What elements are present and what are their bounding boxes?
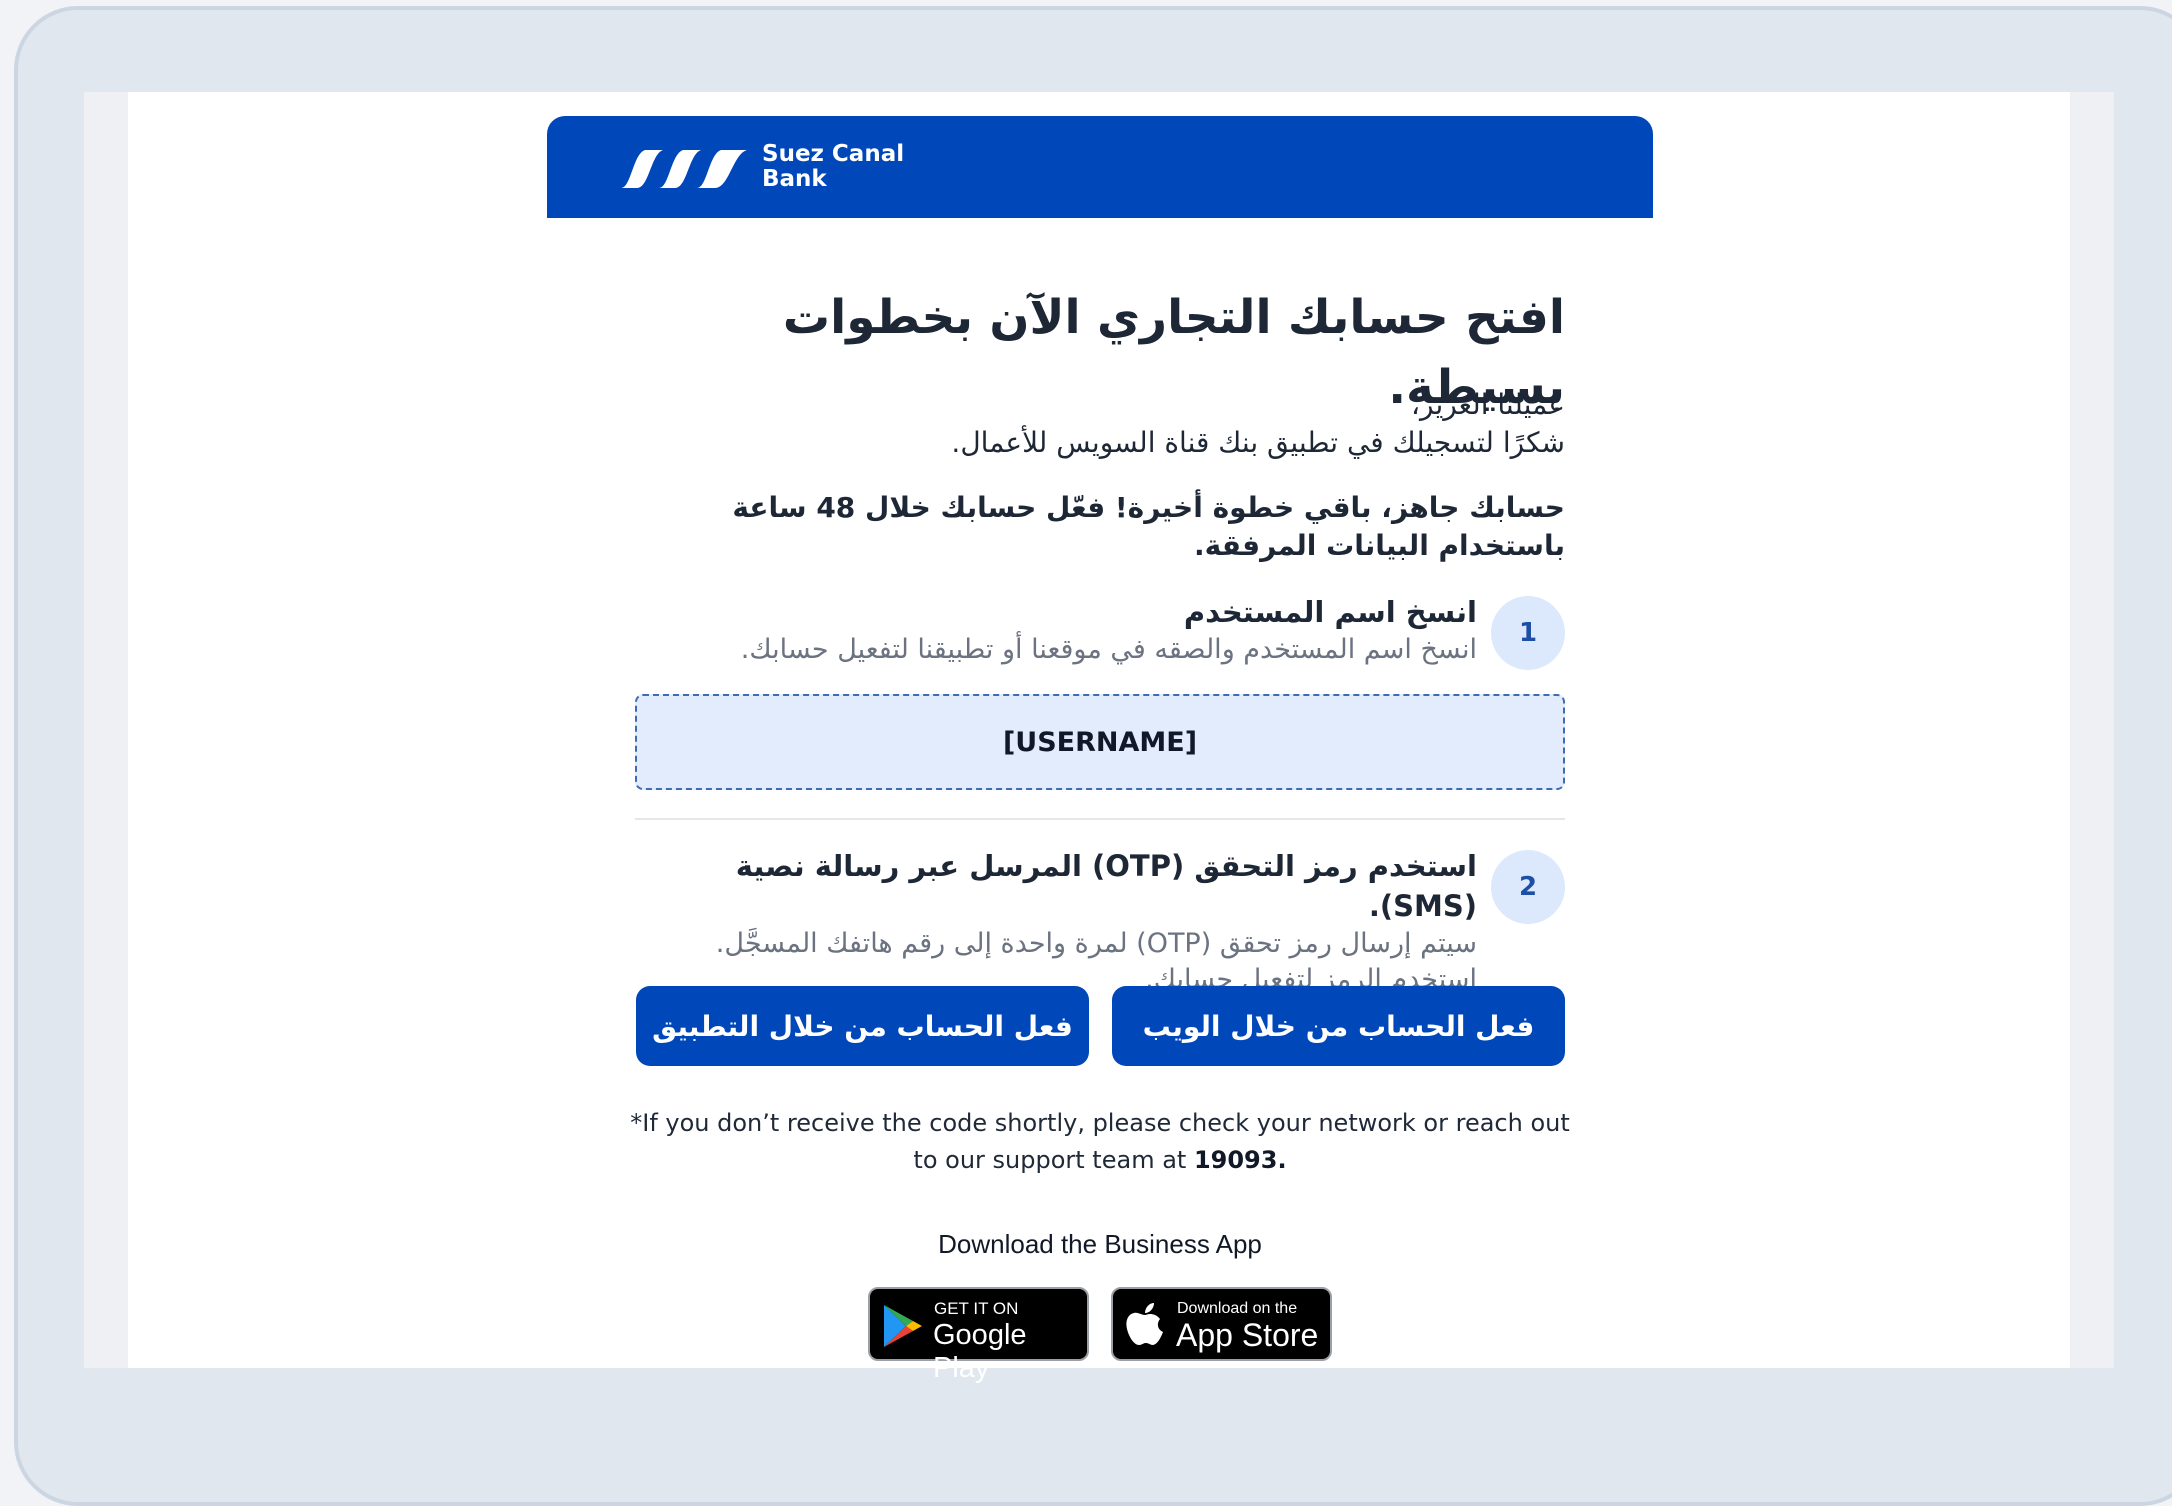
bank-logo-text: Suez Canal Bank <box>762 142 904 192</box>
app-store-small-text: Download on the <box>1177 1300 1298 1317</box>
step-1-description: انسخ اسم المستخدم والصقه في موقعنا أو تط… <box>740 634 1477 665</box>
greeting-salutation: عميلنا العزيز، <box>1410 388 1565 421</box>
google-play-big-text: Google Play <box>933 1319 1027 1384</box>
greeting-thanks: شكرًا لتسجيلك في تطبيق بنك قناة السويس ل… <box>951 426 1565 459</box>
step-2-title: استخدم رمز التحقق (OTP) المرسل عبر رسالة… <box>735 849 1477 923</box>
app-store-badge[interactable]: Download on the App Store <box>1111 1287 1332 1361</box>
activate-web-button[interactable]: فعل الحساب من خلال الويب <box>1112 986 1565 1066</box>
apple-icon <box>1126 1303 1163 1345</box>
step-1-title: انسخ اسم المستخدم <box>1183 595 1477 629</box>
step-1-body: انسخ اسم المستخدم انسخ اسم المستخدم والص… <box>635 592 1477 668</box>
header-banner: Suez Canal Bank <box>547 116 1653 218</box>
step-1-badge: 1 <box>1491 596 1565 670</box>
step-2-body: استخدم رمز التحقق (OTP) المرسل عبر رسالة… <box>635 846 1477 998</box>
divider <box>635 818 1565 820</box>
activation-notice: حسابك جاهز، باقي خطوة أخيرة! فعّل حسابك … <box>732 491 1565 562</box>
greeting: عميلنا العزيز، شكرًا لتسجيلك في تطبيق بن… <box>635 386 1565 462</box>
activate-app-button[interactable]: فعل الحساب من خلال التطبيق <box>636 986 1089 1066</box>
bank-name-line1: Suez Canal <box>762 141 905 167</box>
support-note: *If you don’t receive the code shortly, … <box>630 1105 1570 1179</box>
app-store-big-text: App Store <box>1176 1317 1319 1353</box>
google-play-small-text: GET IT ON <box>934 1299 1019 1318</box>
step-2-description-line1: سيتم إرسال رمز تحقق (OTP) لمرة واحدة إلى… <box>715 928 1477 959</box>
step-2-badge: 2 <box>1491 850 1565 924</box>
bank-logo-icon <box>621 150 747 188</box>
support-note-text: *If you don’t receive the code shortly, … <box>630 1109 1570 1174</box>
google-play-icon <box>884 1305 922 1347</box>
username-copy-box[interactable]: [USERNAME] <box>635 694 1565 790</box>
support-phone[interactable]: 19093. <box>1194 1146 1287 1174</box>
bank-name-line2: Bank <box>762 166 827 192</box>
google-play-badge[interactable]: GET IT ON Google Play <box>868 1287 1089 1384</box>
download-app-title: Download the Business App <box>938 1229 1262 1259</box>
